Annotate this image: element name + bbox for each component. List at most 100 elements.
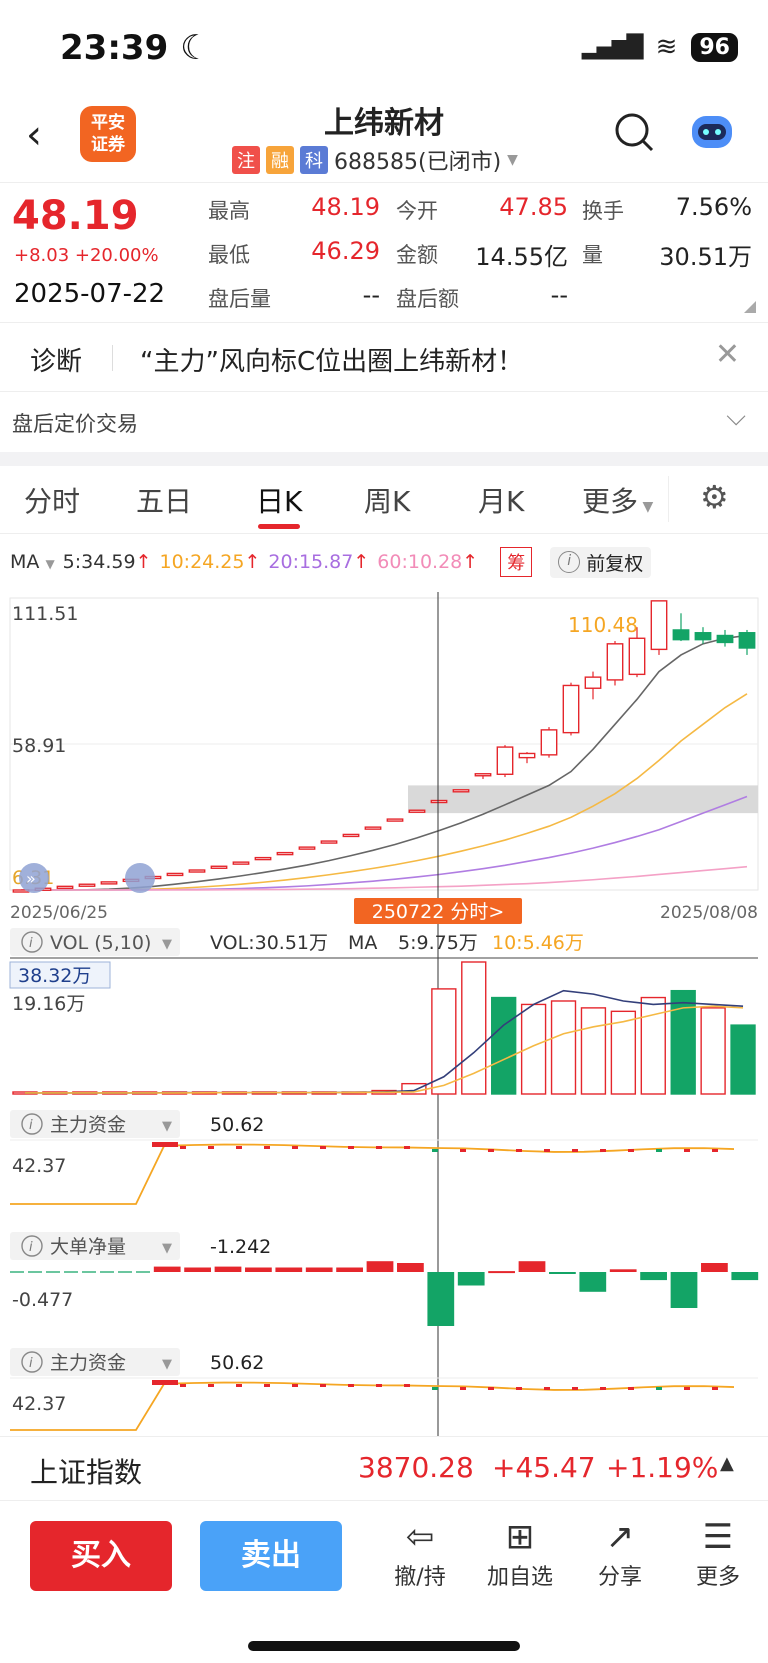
main-fund-2-tick — [180, 1384, 186, 1387]
big-order-bar — [549, 1272, 576, 1274]
candle-body — [518, 752, 536, 759]
stock-code-row[interactable]: 注 融 科 688585(已闭市) ▼ — [232, 144, 518, 176]
tab-weekly-k[interactable]: 周K — [364, 480, 410, 520]
main-fund-tick — [516, 1149, 522, 1152]
label-turnover: 换手 — [582, 199, 624, 223]
divider — [112, 345, 113, 371]
candle-body — [562, 684, 580, 734]
close-icon[interactable]: ✕ — [715, 337, 740, 372]
main-fund-ylabel: 42.37 — [12, 1155, 66, 1177]
search-icon[interactable] — [612, 110, 656, 154]
candlestick-chart[interactable]: 111.5158.916.31110.48»2025/06/252025/08/… — [0, 590, 768, 1436]
index-ticker-bar[interactable]: 上证指数 3870.28 +45.47 +1.19% ▲ — [0, 1436, 768, 1500]
robot-assistant-icon[interactable] — [686, 108, 738, 156]
candle-body — [672, 629, 690, 641]
tab-daily-k[interactable]: 日K — [256, 480, 302, 520]
chip-distribution-button[interactable]: 筹 — [500, 547, 533, 577]
candle-body — [606, 643, 624, 681]
big-order-bar — [488, 1271, 515, 1274]
withdraw-hold-button[interactable]: ⇦ 撤/持 — [380, 1515, 460, 1591]
sell-button[interactable]: 卖出 — [200, 1521, 342, 1591]
candle-body — [474, 773, 492, 777]
volume-max-label: 38.32万 — [18, 965, 91, 987]
main-fund-2-tick — [376, 1384, 382, 1387]
big-order-bar — [579, 1272, 607, 1292]
big-order-bar — [731, 1272, 759, 1281]
big-order-bar — [336, 1267, 363, 1272]
label-amount: 金额 — [396, 243, 438, 267]
add-watchlist-icon: ⊞ — [505, 1517, 535, 1557]
volume-bar — [700, 1007, 726, 1095]
volume-bar — [730, 1024, 756, 1095]
main-fund-2-tick — [460, 1387, 466, 1390]
expand-corner-icon[interactable] — [744, 301, 756, 313]
volume-bar — [431, 988, 457, 1095]
candle-body — [452, 789, 470, 793]
caret-up-icon[interactable]: ▲ — [720, 1453, 734, 1474]
y-axis-label-top: 111.51 — [12, 603, 78, 625]
info-icon-glyph: i — [29, 1356, 33, 1371]
more-button[interactable]: ☰ 更多 — [678, 1515, 758, 1591]
main-fund-2-tick — [348, 1384, 354, 1387]
active-tab-indicator — [258, 524, 300, 529]
volume-bar — [491, 996, 517, 1095]
tab-monthly-k[interactable]: 月K — [478, 480, 524, 520]
arrow-up-icon: ↑ — [353, 551, 370, 573]
tag-zhu: 注 — [232, 146, 260, 174]
main-fund-2-tick — [712, 1387, 718, 1390]
main-fund-tick — [180, 1146, 186, 1149]
ma10-value: 10:24.25↑ — [159, 551, 261, 573]
add-watchlist-button[interactable]: ⊞ 加自选 — [480, 1515, 560, 1591]
gear-icon[interactable]: ⚙ — [700, 478, 729, 516]
index-name: 上证指数 — [30, 1456, 143, 1489]
label-post-volume: 盘后量 — [208, 287, 271, 311]
crosshair-label: 250722 分时> — [372, 901, 505, 923]
main-fund-2-tick — [600, 1387, 606, 1390]
big-order-label: 大单净量 — [50, 1236, 126, 1258]
quote-panel: 48.19 +8.03 +20.00% 2025-07-22 最高 48.19 … — [0, 182, 768, 322]
candle-body — [694, 632, 712, 641]
main-fund-tick — [292, 1146, 298, 1149]
big-order-bar — [305, 1267, 333, 1272]
post-trading-label: 盘后定价交易 — [12, 412, 138, 436]
main-fund-2-value: 50.62 — [210, 1352, 264, 1374]
ma20-value: 20:15.87↑ — [268, 551, 370, 573]
diagnosis-bar[interactable]: 诊断 “主力”风向标C位出圈上纬新材！ ✕ — [0, 322, 768, 392]
index-change: +45.47 — [492, 1451, 596, 1484]
candle-body — [496, 746, 514, 775]
tab-five-day[interactable]: 五日 — [136, 480, 192, 520]
more-icon: ☰ — [702, 1517, 734, 1557]
adjust-mode-button[interactable]: i 前复权 — [550, 546, 652, 578]
caret-down-icon: ▼ — [638, 499, 654, 515]
info-icon-glyph: i — [29, 1118, 33, 1133]
big-order-bar — [366, 1261, 394, 1272]
main-fund-tick — [460, 1149, 466, 1152]
main-fund-tick — [488, 1149, 494, 1152]
x-axis-start-date: 2025/06/25 — [10, 903, 108, 923]
buy-button[interactable]: 买入 — [30, 1521, 172, 1591]
candle-body — [276, 851, 294, 856]
max-price-label: 110.48 — [568, 613, 638, 637]
value-open: 47.85 — [499, 193, 568, 221]
main-fund-2-tick — [544, 1387, 550, 1390]
label-post-amount: 盘后额 — [396, 287, 459, 311]
index-value: 3870.28 — [358, 1451, 474, 1484]
tab-more[interactable]: 更多 ▼ — [582, 480, 653, 520]
main-fund-tick — [208, 1146, 214, 1149]
index-change-pct: +1.19% — [606, 1451, 719, 1484]
arrow-up-icon: ↑ — [462, 551, 479, 573]
main-fund-2-tick — [432, 1387, 438, 1390]
info-icon-glyph: i — [29, 936, 33, 951]
candle-body — [254, 856, 272, 861]
share-button[interactable]: ↗ 分享 — [580, 1515, 660, 1591]
ma-selector[interactable]: MA ▼ — [10, 551, 55, 573]
post-trading-row[interactable]: 盘后定价交易 ⌵ — [0, 392, 768, 452]
main-fund-2-label: 主力资金 — [50, 1352, 126, 1374]
big-order-bar — [184, 1267, 211, 1272]
tab-intraday[interactable]: 分时 — [24, 480, 80, 520]
big-order-bar — [640, 1272, 667, 1281]
divider — [668, 476, 669, 522]
main-fund-2-tick — [488, 1387, 494, 1390]
main-fund-start-bar — [152, 1142, 178, 1147]
big-order-bar — [245, 1267, 272, 1272]
